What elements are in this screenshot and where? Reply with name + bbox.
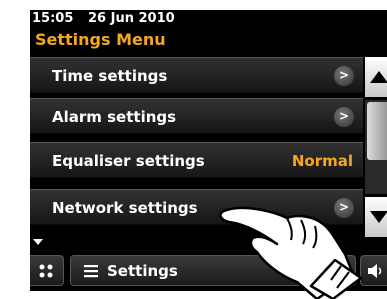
menu-item-label: Time settings xyxy=(52,67,168,85)
menu-item-label: Network settings xyxy=(52,199,198,217)
scroll-down-button[interactable] xyxy=(365,197,387,237)
menu-item-label: Equaliser settings xyxy=(52,152,205,170)
pointing-hand-icon xyxy=(219,206,363,299)
menu-item-time-settings[interactable]: Time settings > xyxy=(30,57,363,93)
scroll-up-button[interactable] xyxy=(365,57,387,97)
more-items-indicator-icon xyxy=(33,239,43,245)
scrollbar[interactable] xyxy=(365,57,387,237)
arrow-up-icon xyxy=(370,71,387,83)
clock-time: 15:05 xyxy=(32,11,74,26)
home-grid-button[interactable] xyxy=(30,255,64,286)
menu-item-equaliser-settings[interactable]: Equaliser settings Normal xyxy=(30,142,363,178)
page-title: Settings Menu xyxy=(35,30,166,49)
equaliser-value: Normal xyxy=(291,152,353,170)
chevron-right-icon[interactable]: > xyxy=(334,107,354,127)
hamburger-icon xyxy=(84,265,98,278)
chevron-right-icon[interactable]: > xyxy=(334,66,354,86)
menu-item-alarm-settings[interactable]: Alarm settings > xyxy=(30,98,363,134)
status-bar: 15:05 26 Jun 2010 xyxy=(30,10,387,28)
scroll-track[interactable] xyxy=(365,100,387,194)
scroll-thumb[interactable] xyxy=(367,102,387,160)
menu-item-label: Alarm settings xyxy=(52,108,177,126)
speaker-icon xyxy=(368,264,382,278)
grid-icon xyxy=(39,264,53,278)
arrow-down-icon xyxy=(370,211,387,223)
settings-menu-label: Settings xyxy=(107,262,178,280)
clock-date: 26 Jun 2010 xyxy=(88,11,175,26)
